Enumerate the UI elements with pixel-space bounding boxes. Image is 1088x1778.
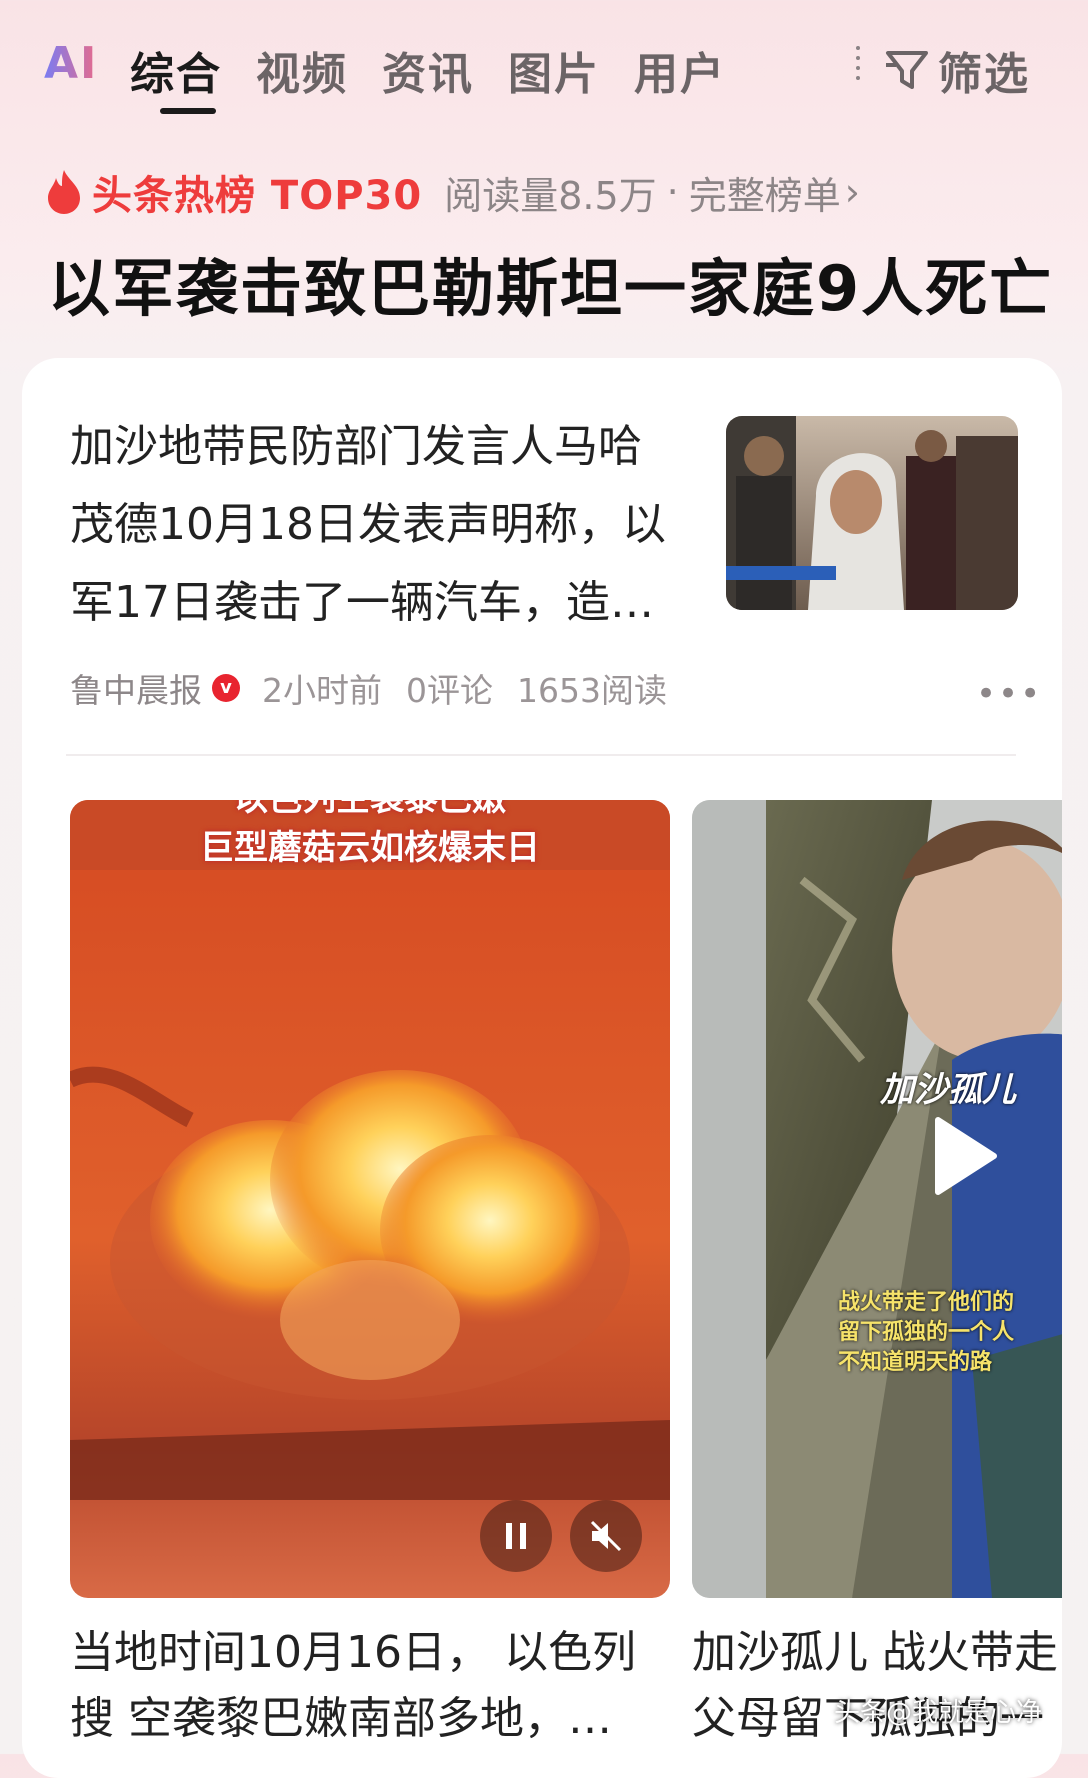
play-button[interactable] — [928, 1116, 998, 1196]
video2-overlay-sub: 战火带走了他们的 留下孤独的一个人 不知道明天的路 — [838, 1288, 1014, 1378]
overlay-line: 不知道明天的路 — [838, 1350, 993, 1375]
filter-button[interactable]: 筛选 — [884, 38, 1030, 102]
video2-overlay-title: 加沙孤儿 — [880, 1070, 1016, 1110]
hot-headline[interactable]: 以军袭击致巴勒斯坦一家庭9人死亡 — [48, 238, 1053, 328]
filter-label: 筛选 — [938, 49, 1030, 100]
tab-comprehensive[interactable]: 综合 — [130, 38, 222, 102]
tab-news[interactable]: 资讯 — [382, 38, 474, 102]
overlay-line: 以色列空袭黎巴嫩 — [70, 800, 670, 820]
video1-caption[interactable]: 当地时间10月16日， 以色列 搜 空袭黎巴嫩南部多地，… — [70, 1620, 670, 1752]
article-line: 茂德10月18日发表声明称，以 — [70, 499, 666, 550]
more-options-icon[interactable]: ••• — [976, 674, 1042, 714]
video-overlay-title: 以色列空袭黎巴嫩 巨型蘑菇云如核爆末日 — [70, 800, 670, 869]
tab-images[interactable]: 图片 — [508, 38, 600, 102]
article-line: 军17日袭击了一辆汽车，造… — [70, 577, 654, 628]
muted-speaker-icon — [590, 1520, 622, 1552]
pause-icon — [506, 1523, 526, 1549]
mute-button[interactable] — [570, 1500, 642, 1572]
article-line: 加沙地带民防部门发言人马哈 — [70, 421, 642, 472]
hot-separator: · — [666, 170, 679, 214]
tab-ai[interactable]: AI — [44, 38, 98, 89]
hot-read-count: 阅读量8.5万 — [444, 173, 657, 218]
hot-list-label: 头条热榜 TOP30 — [92, 173, 423, 219]
article-comments: 0评论 — [406, 671, 493, 710]
caption-line: 加沙孤儿 战火带走 — [692, 1627, 1058, 1678]
tab-users[interactable]: 用户 — [634, 38, 726, 102]
flame-icon — [48, 170, 80, 214]
tab-video[interactable]: 视频 — [256, 38, 348, 102]
article-reads: 1653阅读 — [517, 671, 667, 710]
article-source[interactable]: 鲁中晨报 — [70, 664, 202, 712]
filter-icon — [886, 51, 928, 89]
article-thumbnail[interactable] — [726, 416, 1018, 610]
video-card-orphan[interactable]: 加沙孤儿 战火带走了他们的 留下孤独的一个人 不知道明天的路 — [692, 800, 1062, 1598]
active-tab-indicator — [160, 108, 216, 114]
video2-caption[interactable]: 加沙孤儿 战火带走 父母留下孤独的一 — [692, 1620, 1062, 1752]
play-icon — [935, 1117, 997, 1195]
chevron-right-icon: › — [844, 170, 860, 214]
verified-icon: v — [212, 674, 240, 702]
overlay-line: 战火带走了他们的 — [838, 1290, 1015, 1315]
tab-overflow-divider — [856, 46, 860, 86]
top-tab-bar: AI 综合 视频 资讯 图片 用户 筛选 — [0, 0, 1088, 120]
article-time: 2小时前 — [262, 671, 382, 710]
overlay-line: 巨型蘑菇云如核爆末日 — [200, 828, 540, 868]
full-list-link[interactable]: 完整榜单 — [689, 165, 841, 220]
results-card: 加沙地带民防部门发言人马哈 茂德10月18日发表声明称，以 军17日袭击了一辆汽… — [22, 358, 1062, 1778]
divider — [66, 754, 1016, 756]
overlay-line: 留下孤独的一个人 — [838, 1320, 1015, 1345]
watermark: 头条@我就是心净 — [834, 1698, 1043, 1728]
caption-line: 搜 空袭黎巴嫩南部多地，… — [70, 1693, 612, 1744]
video-card-explosion[interactable]: 以色列空袭黎巴嫩 巨型蘑菇云如核爆末日 — [70, 800, 670, 1598]
hot-list-row[interactable]: 头条热榜 TOP30 阅读量8.5万 · 完整榜单 › — [44, 164, 1044, 220]
article-summary[interactable]: 加沙地带民防部门发言人马哈 茂德10月18日发表声明称，以 军17日袭击了一辆汽… — [70, 408, 680, 642]
caption-line: 当地时间10月16日， 以色列 — [70, 1627, 636, 1678]
article-meta: 鲁中晨报 v 2小时前 0评论 1653阅读 — [70, 664, 667, 712]
pause-button[interactable] — [480, 1500, 552, 1572]
